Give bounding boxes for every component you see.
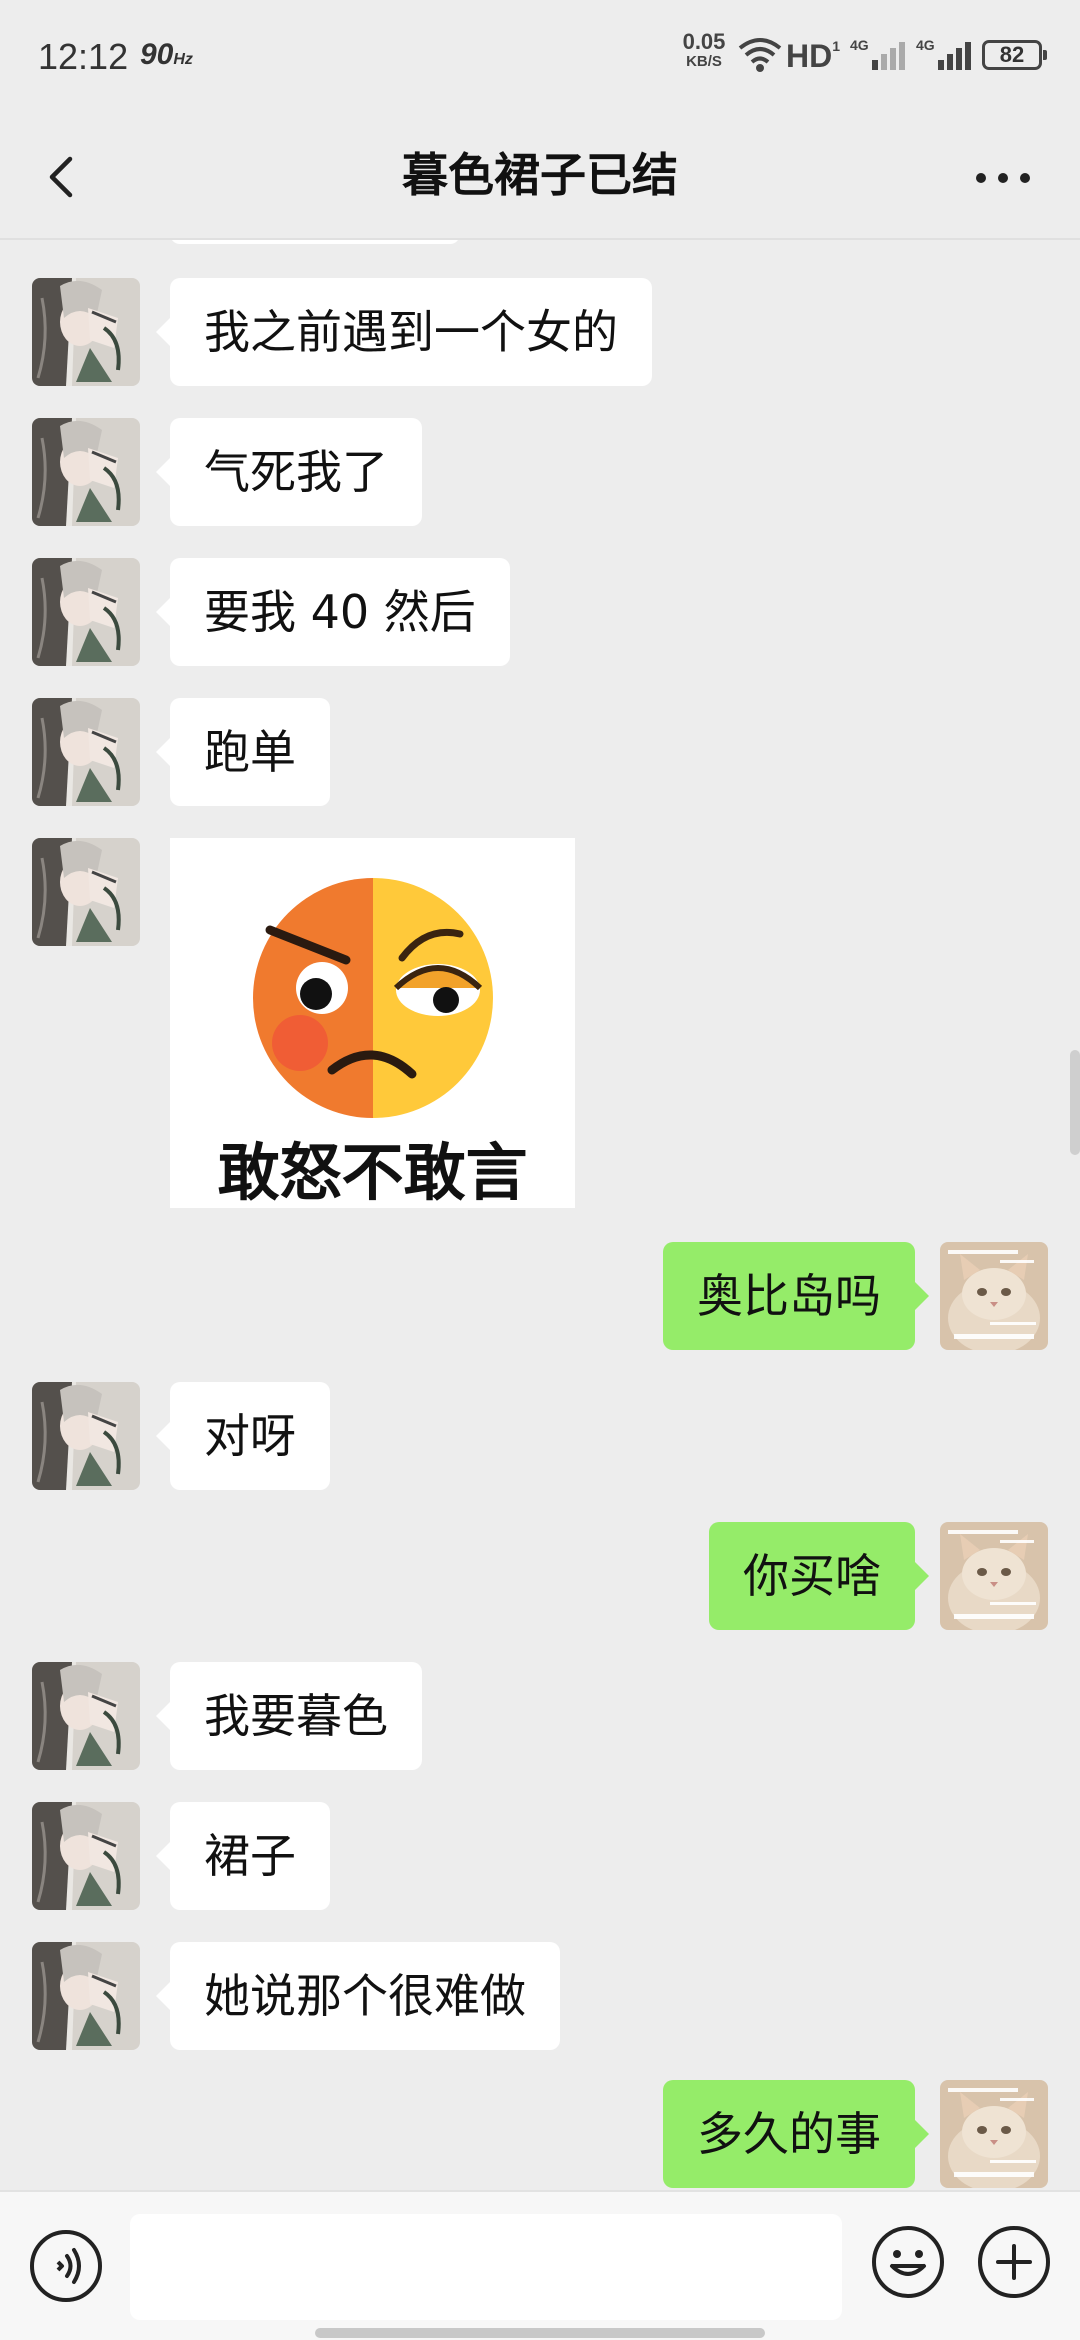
message-bubble-sent[interactable]: 奥比岛吗: [663, 1242, 929, 1350]
angry-sad-face-icon: [253, 878, 493, 1118]
page-title: 暮色裙子已结: [402, 148, 678, 202]
user-avatar[interactable]: [940, 1522, 1048, 1630]
contact-avatar[interactable]: [32, 418, 140, 526]
contact-avatar[interactable]: [32, 1942, 140, 2050]
user-avatar[interactable]: [940, 1242, 1048, 1350]
message-bubble-received[interactable]: 要我 40 然后: [156, 558, 510, 666]
contact-avatar[interactable]: [32, 278, 140, 386]
message-bubble-received[interactable]: 裙子: [156, 1802, 330, 1910]
message-bubble-received[interactable]: 她说那个很难做: [156, 1942, 560, 2050]
plus-icon[interactable]: [976, 2224, 1052, 2300]
contact-avatar[interactable]: [32, 838, 140, 946]
contact-avatar[interactable]: [32, 1662, 140, 1770]
contact-avatar[interactable]: [32, 1802, 140, 1910]
input-bar: [0, 2190, 1080, 2340]
message-bubble-received[interactable]: 我要暮色: [156, 1662, 422, 1770]
message-input[interactable]: [130, 2214, 842, 2320]
message-bubble-received[interactable]: 气死我了: [156, 418, 422, 526]
contact-avatar[interactable]: [32, 558, 140, 666]
message-bubble-received[interactable]: 跑单: [156, 698, 330, 806]
chevron-left-icon[interactable]: [30, 145, 94, 209]
message-bubble-received[interactable]: 我之前遇到一个女的: [156, 278, 652, 386]
emoji-icon[interactable]: [870, 2224, 946, 2300]
message-bubble-sent[interactable]: 多久的事: [663, 2080, 929, 2188]
sticker-caption: 敢怒不敢言: [217, 1136, 528, 1208]
message-bubble-sent[interactable]: 你买啥: [709, 1522, 929, 1630]
contact-avatar[interactable]: [32, 1382, 140, 1490]
scrollbar[interactable]: [1070, 1050, 1080, 1155]
user-avatar[interactable]: [940, 2080, 1048, 2188]
voice-icon[interactable]: [28, 2228, 104, 2304]
chat-header: 暮色裙子已结: [0, 115, 1080, 240]
message-bubble-received[interactable]: 对呀: [156, 1382, 330, 1490]
message-list[interactable]: 我之前遇到一个女的 气死我了 要我 40 然后 跑单 敢怒不敢言 奥比岛吗 对呀…: [0, 0, 1080, 2190]
contact-avatar[interactable]: [32, 698, 140, 806]
more-dots-icon[interactable]: [968, 150, 1038, 206]
home-indicator[interactable]: [315, 2328, 765, 2338]
sticker-message[interactable]: 敢怒不敢言: [170, 838, 575, 1208]
